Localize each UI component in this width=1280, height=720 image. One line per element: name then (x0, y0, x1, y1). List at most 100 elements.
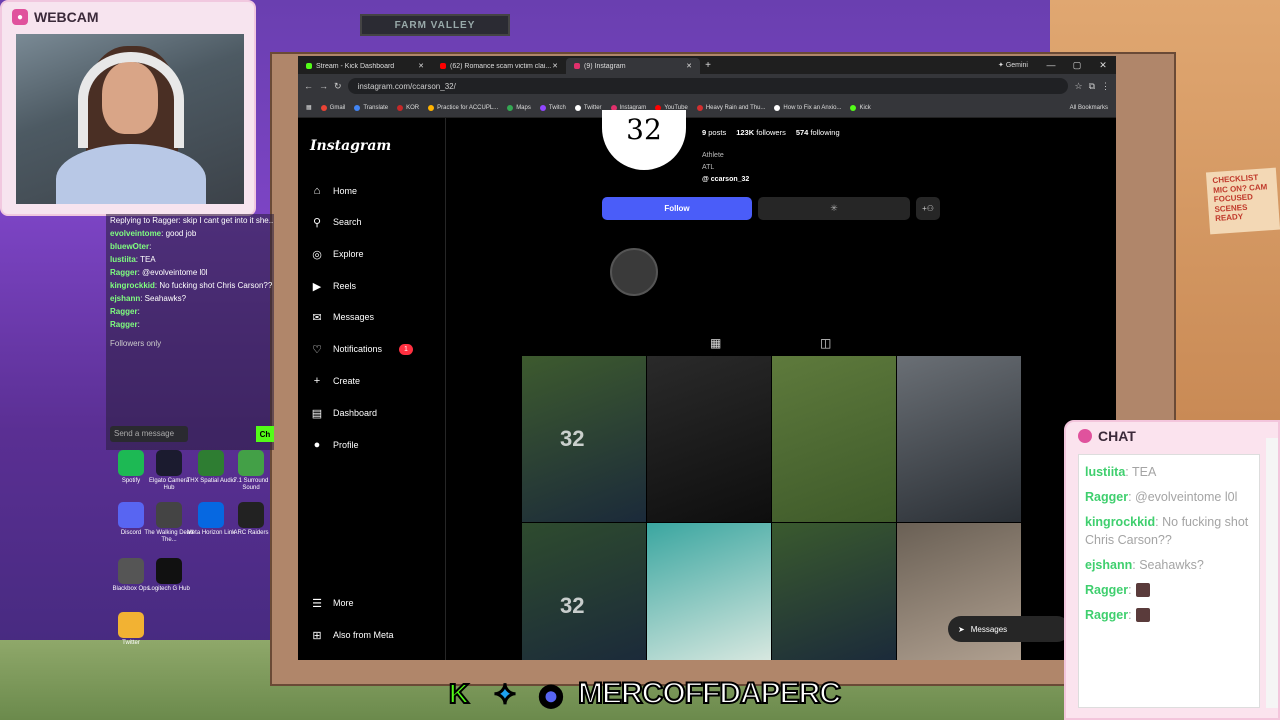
nav-explore[interactable]: ◎ Explore (310, 247, 364, 261)
bookmark-favicon-icon (539, 104, 546, 111)
url-field[interactable]: instagram.com/ccarson_32/ (347, 78, 1069, 94)
send-icon: ➤ (958, 624, 965, 634)
desktop-icon[interactable]: Twitter (106, 612, 156, 647)
room-sign: FARM VALLEY (360, 14, 510, 36)
bookmark-item[interactable]: Translate (354, 104, 388, 111)
chat-text: Replying to Ragger: skip I cant get into… (110, 216, 274, 225)
profile-picture[interactable]: 32 (602, 110, 686, 170)
bookmark-favicon-icon (507, 104, 514, 111)
new-tab-icon[interactable]: + (700, 60, 716, 71)
bookmark-item[interactable]: Heavy Rain and Thu... (696, 104, 765, 111)
bookmark-item[interactable]: Practice for ACCUPL... (428, 104, 498, 111)
post-thumbnail[interactable] (647, 523, 771, 660)
chat-overlay-messages: lustiita: TEA Ragger: @evolveintome l0l ki… (1078, 454, 1260, 708)
tagged-icon[interactable]: ◫ (820, 336, 831, 350)
nav-create[interactable]: + Create (310, 374, 360, 388)
chat-username[interactable]: bluewOter (110, 242, 149, 251)
chat-username[interactable]: lustiita (110, 255, 136, 264)
nav-dashboard[interactable]: ▤ Dashboard (310, 406, 377, 420)
bookmark-favicon-icon (850, 104, 857, 111)
post-thumbnail[interactable]: 32 (522, 356, 646, 522)
post-thumbnail[interactable]: 32 (522, 523, 646, 660)
close-icon[interactable]: ✕ (1090, 60, 1116, 71)
chat-username[interactable]: ejshann (110, 294, 140, 303)
chat-line: Ragger: (106, 318, 274, 331)
threads-link[interactable]: @ ccarson_32 (702, 174, 749, 186)
message-button[interactable]: ✳ (758, 197, 910, 220)
forward-icon[interactable]: → (319, 81, 328, 91)
chat-username[interactable]: Ragger (110, 307, 138, 316)
add-person-icon[interactable]: +⚇ (916, 197, 940, 220)
grid-icon[interactable]: ▦ (710, 336, 721, 350)
post-thumbnail[interactable] (772, 356, 896, 522)
post-thumbnail[interactable] (772, 523, 896, 660)
gemini-label: Gemini (1005, 62, 1028, 69)
following-count: 574 (795, 128, 809, 137)
apps-icon[interactable]: ▦ (306, 104, 312, 111)
webcam-feed (16, 34, 244, 204)
followers-stat[interactable]: 123K followers (736, 128, 786, 137)
bookmark-item[interactable]: Twitch (539, 104, 566, 111)
chat-overlay-message: kingrockkid: No fucking shot Chris Carso… (1085, 513, 1253, 551)
gemini-button[interactable]: ✦ Gemini (998, 61, 1028, 69)
post-thumbnail[interactable] (647, 356, 771, 522)
bookmark-item[interactable]: How to Fix an Anxio... (774, 104, 841, 111)
tab-close-icon[interactable]: ✕ (552, 62, 558, 70)
kick-logo-icon: K (448, 677, 470, 710)
desktop-icon[interactable]: ARC Raiders (226, 502, 276, 537)
nav-search[interactable]: ⚲ Search (310, 215, 362, 229)
maximize-icon[interactable]: ▢ (1064, 60, 1090, 71)
chat-username[interactable]: kingrockkid (110, 281, 155, 290)
bookmark-item[interactable]: Twitter (574, 104, 602, 111)
chat-text: : Seahawks? (140, 294, 187, 303)
extensions-icon[interactable]: ⧉ (1089, 81, 1095, 92)
chat-send-button[interactable]: Ch (256, 426, 274, 442)
instagram-logo[interactable]: Instagram (310, 138, 391, 154)
desktop-icon[interactable]: 7.1 Surround Sound (226, 450, 276, 491)
also-from-meta-button[interactable]: ⊞ Also from Meta (310, 628, 393, 642)
browser-tab[interactable]: (62) Romance scam victim clai... ✕ (432, 58, 566, 74)
bookmark-favicon-icon (354, 104, 361, 111)
chat-scrollbar[interactable] (1266, 438, 1278, 708)
nav-label: Messages (333, 312, 375, 322)
chat-input[interactable]: Send a message (110, 426, 188, 442)
reload-icon[interactable]: ↻ (334, 81, 342, 92)
all-bookmarks-button[interactable]: All Bookmarks (1070, 105, 1108, 111)
twitter-logo-icon: ✦ (492, 678, 517, 711)
browser-tab[interactable]: (9) Instagram ✕ (566, 58, 700, 74)
bookmark-label: Kick (859, 104, 871, 111)
tab-close-icon[interactable]: ✕ (686, 62, 692, 70)
more-button[interactable]: ☰ More (310, 596, 353, 610)
nav-home[interactable]: ⌂ Home (310, 184, 357, 198)
nav-profile[interactable]: ● Profile (310, 438, 359, 452)
back-icon[interactable]: ← (304, 81, 313, 91)
chat-line: ejshann: Seahawks? (106, 292, 274, 305)
nav-messages[interactable]: ✉ Messages (310, 310, 374, 324)
chat-username[interactable]: Ragger (110, 320, 138, 329)
following-stat[interactable]: 574 following (796, 128, 840, 137)
posts-stat[interactable]: 9 posts (702, 128, 726, 137)
dashboard-icon: ▤ (311, 407, 323, 420)
nav-reels[interactable]: ▶ Reels (310, 279, 356, 293)
nav-notifications[interactable]: ♡ Notifications 1 (310, 342, 413, 356)
floating-messages-button[interactable]: ➤ Messages (948, 616, 1070, 642)
tab-label: (9) Instagram (584, 62, 626, 70)
follow-button[interactable]: Follow (602, 197, 752, 220)
menu-icon[interactable]: ⋮ (1101, 81, 1110, 92)
bookmark-item[interactable]: Maps (507, 104, 531, 111)
bookmark-item[interactable]: KOR (397, 104, 419, 111)
post-thumbnail[interactable] (897, 356, 1021, 522)
story-highlight[interactable] (610, 248, 658, 296)
desktop-icon[interactable]: Logitech G Hub (144, 558, 194, 593)
chat-overlay-title: CHAT (1098, 428, 1136, 444)
bookmark-item[interactable]: Gmail (320, 104, 345, 111)
chat-username[interactable]: evolveintome (110, 229, 161, 238)
minimize-icon[interactable]: — (1038, 60, 1064, 70)
star-icon[interactable]: ☆ (1074, 81, 1082, 92)
tab-close-icon[interactable]: ✕ (418, 62, 424, 70)
bookmark-item[interactable]: Kick (850, 104, 871, 111)
browser-tab[interactable]: Stream - Kick Dashboard ✕ (298, 58, 432, 74)
nav-label: Explore (333, 249, 364, 259)
tab-favicon-icon (574, 63, 580, 69)
chat-username[interactable]: Ragger (110, 268, 138, 277)
